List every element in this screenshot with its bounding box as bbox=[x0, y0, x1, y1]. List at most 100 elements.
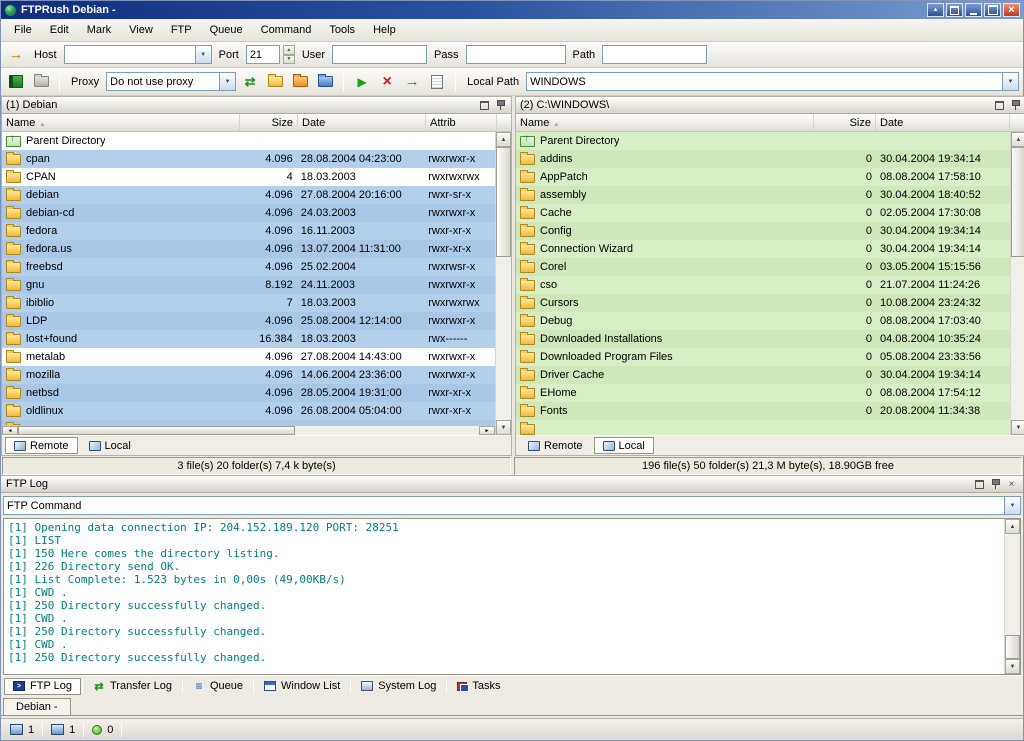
file-row[interactable]: ibiblio 7 18.03.2003 rwxrwxrwx bbox=[2, 294, 495, 312]
title-bar[interactable]: FTPRush Debian - bbox=[1, 1, 1023, 19]
user-input[interactable] bbox=[332, 45, 428, 64]
minimize-button[interactable] bbox=[965, 3, 982, 17]
file-row[interactable] bbox=[516, 420, 1010, 435]
column-header-size[interactable]: Size bbox=[240, 114, 298, 131]
path-input[interactable] bbox=[602, 45, 708, 64]
folder-sync-icon[interactable] bbox=[314, 72, 336, 92]
parent-directory-row[interactable]: Parent Directory bbox=[516, 132, 1010, 150]
scroll-down-icon[interactable] bbox=[1011, 420, 1024, 435]
pin-icon[interactable] bbox=[1009, 99, 1022, 111]
folder-up-icon[interactable] bbox=[289, 72, 311, 92]
column-header-attrib[interactable]: Attrib bbox=[426, 114, 497, 131]
scroll-up-icon[interactable] bbox=[1005, 519, 1020, 534]
local-panel-caption[interactable]: (2) C:\WINDOWS\ bbox=[516, 97, 1024, 114]
scroll-left-icon[interactable] bbox=[2, 426, 18, 435]
tab-queue[interactable]: Queue bbox=[184, 678, 252, 695]
file-row[interactable]: mozilla 4.096 14.06.2004 23:36:00 rwxrwxr-x bbox=[2, 366, 495, 384]
file-row[interactable]: lost+found 16.384 18.03.2003 rwx------ bbox=[2, 330, 495, 348]
scroll-down-icon[interactable] bbox=[496, 420, 511, 435]
file-row[interactable]: AppPatch 0 08.08.2004 17:58:10 bbox=[516, 168, 1010, 186]
tab-system-log[interactable]: System Log bbox=[352, 678, 445, 695]
file-row[interactable]: EHome 0 08.08.2004 17:54:12 bbox=[516, 384, 1010, 402]
tab-transfer-log[interactable]: Transfer Log bbox=[84, 678, 181, 695]
menu-edit[interactable]: Edit bbox=[41, 21, 78, 39]
proxy-combo[interactable]: Do not use proxy bbox=[106, 72, 237, 91]
file-row[interactable]: cpan 4.096 28.08.2004 04:23:00 rwxrwxr-x bbox=[2, 150, 495, 168]
port-input[interactable]: 21 bbox=[245, 45, 280, 64]
remote-panel-tab-remote[interactable]: Remote bbox=[5, 437, 78, 454]
file-row[interactable]: Connection Wizard 0 30.04.2004 19:34:14 bbox=[516, 240, 1010, 258]
column-header-date[interactable]: Date bbox=[298, 114, 426, 131]
file-row[interactable]: Driver Cache 0 30.04.2004 19:34:14 bbox=[516, 366, 1010, 384]
file-row[interactable]: Debug 0 08.08.2004 17:03:40 bbox=[516, 312, 1010, 330]
scroll-up-icon[interactable] bbox=[1011, 132, 1024, 147]
file-row[interactable]: CPAN 4 18.03.2003 rwxrwxrwx bbox=[2, 168, 495, 186]
tab-window-list[interactable]: Window List bbox=[255, 678, 349, 695]
remote-panel-caption[interactable]: (1) Debian bbox=[2, 97, 511, 114]
file-row[interactable]: netbsd 4.096 28.05.2004 19:31:00 rwxr-xr-x bbox=[2, 384, 495, 402]
spin-up-icon[interactable] bbox=[282, 45, 295, 55]
pass-input[interactable] bbox=[465, 45, 566, 64]
file-row[interactable]: Cursors 0 10.08.2004 23:24:32 bbox=[516, 294, 1010, 312]
quick-connect-icon[interactable] bbox=[5, 45, 27, 65]
chevron-down-icon[interactable] bbox=[1004, 497, 1020, 514]
menu-view[interactable]: View bbox=[120, 21, 162, 39]
spin-down-icon[interactable] bbox=[282, 54, 295, 64]
file-row[interactable]: metalab 4.096 27.08.2004 14:43:00 rwxrwxr-x bbox=[2, 348, 495, 366]
vertical-scrollbar[interactable] bbox=[495, 132, 511, 435]
file-row[interactable]: debian 4.096 27.08.2004 20:16:00 rwxr-sr-x bbox=[2, 186, 495, 204]
file-row[interactable]: addins 0 30.04.2004 19:34:14 bbox=[516, 150, 1010, 168]
menu-ftp[interactable]: FTP bbox=[162, 21, 201, 39]
refresh-icon[interactable] bbox=[239, 72, 261, 92]
site-manager-icon[interactable] bbox=[5, 72, 27, 92]
local-panel-tab-local[interactable]: Local bbox=[593, 437, 654, 454]
ftp-command-combo[interactable]: FTP Command bbox=[3, 496, 1021, 515]
file-row[interactable]: oldlinux 4.096 26.08.2004 05:04:00 rwxr-xr-… bbox=[2, 402, 495, 420]
chevron-down-icon[interactable] bbox=[219, 73, 236, 90]
column-header-name[interactable]: Name bbox=[516, 114, 814, 131]
file-row[interactable]: debian-cd 4.096 24.03.2003 rwxrwxr-x bbox=[2, 204, 495, 222]
scroll-right-icon[interactable] bbox=[479, 426, 495, 435]
restore-button[interactable] bbox=[946, 3, 963, 17]
host-combo[interactable] bbox=[63, 45, 212, 64]
file-row[interactable]: Config 0 30.04.2004 19:34:14 bbox=[516, 222, 1010, 240]
stop-transfer-icon[interactable] bbox=[376, 72, 398, 92]
log-icon[interactable] bbox=[426, 72, 448, 92]
menu-file[interactable]: File bbox=[5, 21, 41, 39]
close-icon[interactable] bbox=[1005, 478, 1018, 490]
ftp-log-caption[interactable]: FTP Log bbox=[1, 475, 1023, 493]
menu-queue[interactable]: Queue bbox=[201, 21, 252, 39]
go-icon[interactable] bbox=[401, 72, 423, 92]
scroll-thumb[interactable] bbox=[18, 426, 295, 435]
menu-command[interactable]: Command bbox=[252, 21, 321, 39]
file-row[interactable]: Downloaded Installations 0 04.08.2004 10:3… bbox=[516, 330, 1010, 348]
scroll-track[interactable] bbox=[1011, 147, 1024, 420]
file-row[interactable]: Cache 0 02.05.2004 17:30:08 bbox=[516, 204, 1010, 222]
disconnect-icon[interactable] bbox=[30, 72, 52, 92]
undock-icon[interactable] bbox=[993, 99, 1006, 111]
maximize-button[interactable] bbox=[984, 3, 1001, 17]
file-row[interactable]: LDP 4.096 25.08.2004 12:14:00 rwxrwxr-x bbox=[2, 312, 495, 330]
close-button[interactable] bbox=[1003, 3, 1020, 17]
parent-directory-row[interactable]: Parent Directory bbox=[2, 132, 495, 150]
rollup-button[interactable] bbox=[927, 3, 944, 17]
file-row[interactable]: assembly 0 30.04.2004 18:40:52 bbox=[516, 186, 1010, 204]
menu-help[interactable]: Help bbox=[364, 21, 405, 39]
folder-compare-icon[interactable] bbox=[264, 72, 286, 92]
file-row[interactable]: fedora 4.096 16.11.2003 rwxr-xr-x bbox=[2, 222, 495, 240]
scroll-track[interactable] bbox=[496, 147, 511, 420]
tab-ftp-log[interactable]: FTP Log bbox=[4, 677, 81, 695]
file-row[interactable]: cso 0 21.07.2004 11:24:26 bbox=[516, 276, 1010, 294]
tab-tasks[interactable]: Tasks bbox=[448, 678, 509, 695]
undock-icon[interactable] bbox=[478, 99, 491, 111]
scroll-track[interactable] bbox=[1005, 534, 1020, 659]
file-row[interactable]: freebsd 4.096 25.02.2004 rwxrwsr-x bbox=[2, 258, 495, 276]
file-row[interactable]: Downloaded Program Files 0 05.08.2004 23:3… bbox=[516, 348, 1010, 366]
scroll-thumb[interactable] bbox=[1011, 147, 1024, 257]
local-panel-tab-remote[interactable]: Remote bbox=[519, 437, 592, 454]
pin-icon[interactable] bbox=[989, 478, 1002, 490]
local-path-combo[interactable]: WINDOWS bbox=[526, 72, 1019, 91]
session-tab-debian--[interactable]: Debian - bbox=[3, 698, 71, 716]
scroll-up-icon[interactable] bbox=[496, 132, 511, 147]
column-header-date[interactable]: Date bbox=[876, 114, 1010, 131]
